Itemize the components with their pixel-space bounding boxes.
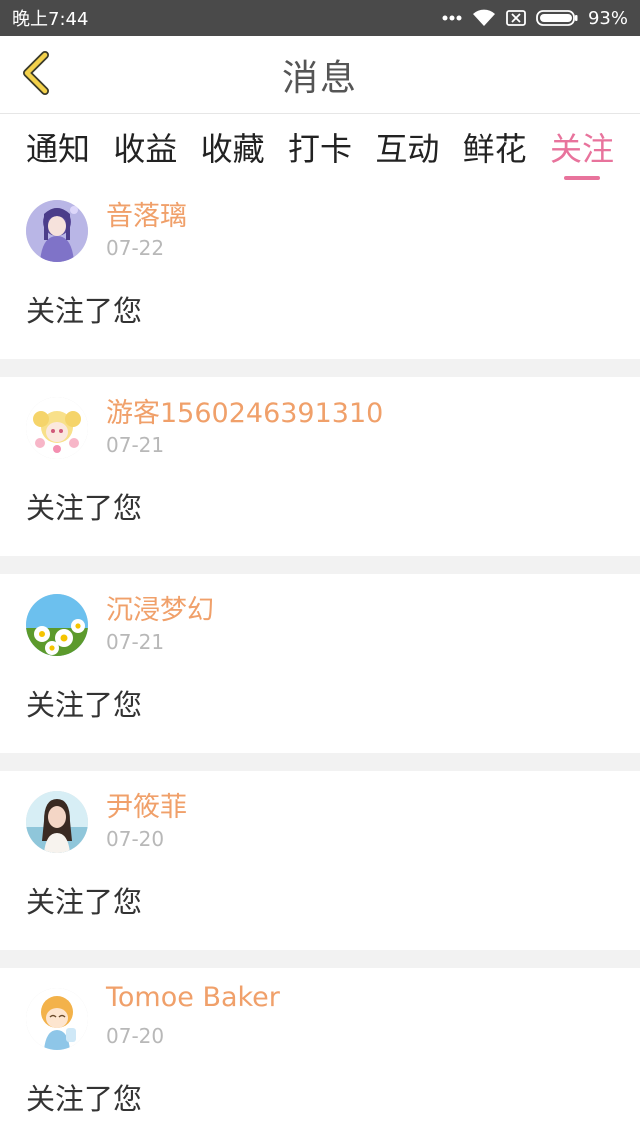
more-dots-icon: [442, 15, 462, 21]
message-text: 关注了您: [26, 294, 143, 328]
anime-girl-purple-avatar[interactable]: [26, 200, 88, 262]
chibi-orange-hair-avatar[interactable]: [26, 988, 88, 1050]
wifi-icon: [472, 9, 496, 27]
user-name[interactable]: 游客1560246391310: [106, 391, 383, 430]
chibi-blonde-avatar[interactable]: [26, 397, 88, 459]
message-date: 07-21: [106, 433, 165, 457]
message-list: 音落璃 07-22 关注了您 游客1560246391310 07-21 关注了…: [0, 180, 640, 1138]
message-date: 07-20: [106, 827, 165, 851]
sim-x-icon: [506, 10, 526, 26]
list-item[interactable]: 尹筱菲 07-20 关注了您: [0, 771, 640, 950]
tab-interaction[interactable]: 互动: [375, 114, 439, 180]
tab-follow[interactable]: 关注: [550, 114, 614, 180]
message-date: 07-21: [106, 630, 165, 654]
message-date: 07-22: [106, 236, 165, 260]
tab-notification[interactable]: 通知: [26, 114, 90, 180]
divider: [0, 950, 640, 968]
user-name[interactable]: 尹筱菲: [106, 785, 187, 824]
tab-bar: 通知 收益 收藏 打卡 互动 鲜花 关注: [0, 114, 640, 180]
user-name[interactable]: 沉浸梦幻: [106, 588, 214, 627]
user-name[interactable]: Tomoe Baker: [106, 982, 280, 1013]
daisy-flowers-avatar[interactable]: [26, 594, 88, 656]
user-name[interactable]: 音落璃: [106, 194, 187, 233]
divider: [0, 556, 640, 574]
page-title: 消息: [281, 57, 358, 99]
tab-earnings[interactable]: 收益: [113, 114, 177, 180]
battery-percent: 93%: [587, 7, 628, 29]
back-button[interactable]: [16, 51, 56, 99]
woman-photo-avatar[interactable]: [26, 791, 88, 853]
chevron-left-icon: [21, 51, 51, 99]
list-item[interactable]: Tomoe Baker 07-20 关注了您: [0, 968, 640, 1138]
header: 消息: [0, 36, 640, 114]
tab-favorites[interactable]: 收藏: [201, 114, 265, 180]
message-text: 关注了您: [26, 885, 143, 919]
status-bar: 晚上7:44 93%: [0, 0, 640, 36]
divider: [0, 359, 640, 377]
message-text: 关注了您: [26, 1082, 143, 1116]
list-item[interactable]: 游客1560246391310 07-21 关注了您: [0, 377, 640, 556]
list-item[interactable]: 沉浸梦幻 07-21 关注了您: [0, 574, 640, 753]
divider: [0, 753, 640, 771]
message-text: 关注了您: [26, 491, 143, 525]
status-time: 晚上7:44: [12, 9, 89, 30]
battery-icon: [536, 10, 578, 26]
list-item[interactable]: 音落璃 07-22 关注了您: [0, 180, 640, 359]
tab-checkin[interactable]: 打卡: [288, 114, 352, 180]
status-icons: 93%: [442, 8, 628, 29]
message-text: 关注了您: [26, 688, 143, 722]
message-date: 07-20: [106, 1024, 165, 1048]
tab-flowers[interactable]: 鲜花: [463, 114, 527, 180]
